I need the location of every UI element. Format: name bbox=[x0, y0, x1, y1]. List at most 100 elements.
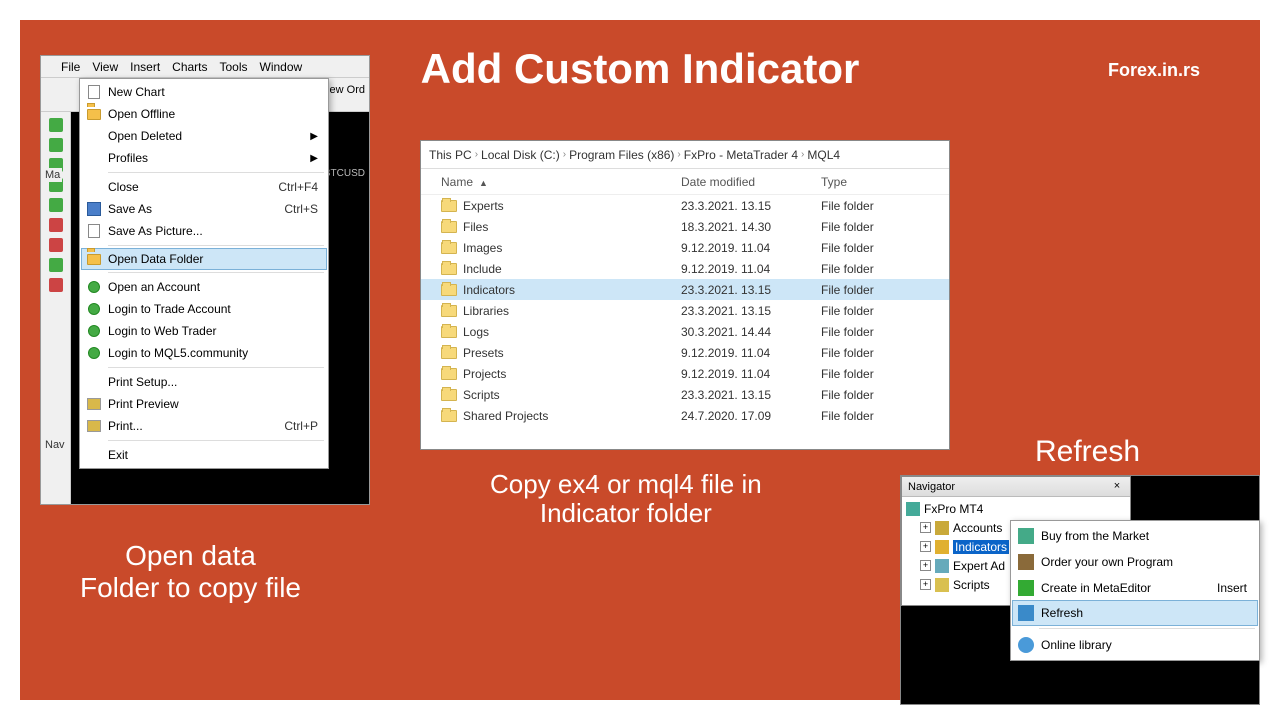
context-menu: Buy from the Market Order your own Progra… bbox=[1010, 520, 1260, 661]
menu-file[interactable]: File bbox=[61, 60, 80, 74]
tree-node-label: Accounts bbox=[953, 521, 1002, 535]
folder-row-presets[interactable]: Presets9.12.2019. 11.04File folder bbox=[421, 342, 949, 363]
menu-item-label: Open an Account bbox=[108, 280, 200, 294]
menu-separator bbox=[108, 272, 324, 273]
column-name[interactable]: Name bbox=[441, 175, 473, 189]
symbol-down-icon bbox=[49, 218, 63, 232]
folder-row-indicators[interactable]: Indicators23.3.2021. 13.15File folder bbox=[421, 279, 949, 300]
folder-row-logs[interactable]: Logs30.3.2021. 14.44File folder bbox=[421, 321, 949, 342]
menu-item-save-as[interactable]: Save AsCtrl+S bbox=[82, 198, 326, 220]
breadcrumb-segment[interactable]: MQL4 bbox=[807, 148, 840, 162]
breadcrumb-segment[interactable]: Program Files (x86) bbox=[569, 148, 674, 162]
menu-view[interactable]: View bbox=[92, 60, 118, 74]
explorer-header[interactable]: Name ▲ Date modified Type bbox=[421, 169, 949, 195]
folder-row-scripts[interactable]: Scripts23.3.2021. 13.15File folder bbox=[421, 384, 949, 405]
column-type[interactable]: Type bbox=[821, 175, 921, 189]
menu-item-profiles[interactable]: Profiles▶ bbox=[82, 147, 326, 169]
breadcrumb[interactable]: This PC›Local Disk (C:)›Program Files (x… bbox=[421, 141, 949, 169]
menu-separator bbox=[108, 172, 324, 173]
menu-tools[interactable]: Tools bbox=[220, 60, 248, 74]
date-modified: 23.3.2021. 13.15 bbox=[681, 283, 821, 297]
folder-icon bbox=[441, 410, 457, 422]
menu-item-print-[interactable]: Print...Ctrl+P bbox=[82, 415, 326, 437]
menu-separator bbox=[1039, 628, 1255, 629]
folder-icon bbox=[441, 347, 457, 359]
folder-row-shared-projects[interactable]: Shared Projects24.7.2020. 17.09File fold… bbox=[421, 405, 949, 426]
folder-icon bbox=[86, 106, 102, 122]
menu-item-label: Print... bbox=[108, 419, 143, 433]
page-title: Add Custom Indicator bbox=[421, 45, 860, 93]
user-icon bbox=[86, 323, 102, 339]
breadcrumb-segment[interactable]: FxPro - MetaTrader 4 bbox=[684, 148, 798, 162]
expand-icon[interactable]: + bbox=[920, 579, 931, 590]
chevron-right-icon: ▶ bbox=[310, 131, 318, 142]
menu-item-print-setup-[interactable]: Print Setup... bbox=[82, 371, 326, 393]
expand-icon[interactable]: + bbox=[920, 560, 931, 571]
ctx-item-refresh[interactable]: Refresh bbox=[1012, 600, 1258, 626]
folder-name: Scripts bbox=[463, 388, 500, 402]
folder-icon bbox=[441, 263, 457, 275]
date-modified: 23.3.2021. 13.15 bbox=[681, 199, 821, 213]
date-modified: 30.3.2021. 14.44 bbox=[681, 325, 821, 339]
close-icon[interactable]: × bbox=[1110, 480, 1124, 494]
menu-charts[interactable]: Charts bbox=[172, 60, 207, 74]
date-modified: 24.7.2020. 17.09 bbox=[681, 409, 821, 423]
file-type: File folder bbox=[821, 346, 921, 360]
menu-item-login-to-mql5-community[interactable]: Login to MQL5.community bbox=[82, 342, 326, 364]
menu-item-open-offline[interactable]: Open Offline bbox=[82, 103, 326, 125]
navigator-label: Nav bbox=[43, 438, 67, 452]
scr-icon bbox=[935, 578, 949, 592]
shortcut-label: Ctrl+S bbox=[284, 202, 318, 216]
chevron-right-icon: › bbox=[677, 149, 680, 160]
menu-separator bbox=[108, 367, 324, 368]
user-icon bbox=[86, 345, 102, 361]
navigator-titlebar[interactable]: Navigator × bbox=[902, 477, 1130, 497]
ctx-item-order-your-own-program[interactable]: Order your own Program bbox=[1013, 549, 1257, 575]
ctx-item-online-library[interactable]: Online library bbox=[1013, 632, 1257, 658]
menu-item-label: Print Setup... bbox=[108, 375, 177, 389]
tree-root[interactable]: FxPro MT4 bbox=[906, 499, 1126, 518]
menu-item-exit[interactable]: Exit bbox=[82, 444, 326, 466]
file-type: File folder bbox=[821, 241, 921, 255]
expand-icon[interactable]: + bbox=[920, 541, 931, 552]
folder-row-experts[interactable]: Experts23.3.2021. 13.15File folder bbox=[421, 195, 949, 216]
caption-line: Folder to copy file bbox=[80, 572, 301, 603]
sort-asc-icon: ▲ bbox=[479, 178, 488, 188]
file-type: File folder bbox=[821, 367, 921, 381]
folder-icon bbox=[441, 221, 457, 233]
doc-icon bbox=[86, 223, 102, 239]
brand-label: Forex.in.rs bbox=[1108, 60, 1200, 81]
menu-item-save-as-picture-[interactable]: Save As Picture... bbox=[82, 220, 326, 242]
menu-item-login-to-trade-account[interactable]: Login to Trade Account bbox=[82, 298, 326, 320]
date-modified: 23.3.2021. 13.15 bbox=[681, 304, 821, 318]
file-type: File folder bbox=[821, 262, 921, 276]
menu-item-open-data-folder[interactable]: Open Data Folder bbox=[81, 248, 327, 270]
ctx-item-label: Order your own Program bbox=[1041, 555, 1173, 569]
menu-insert[interactable]: Insert bbox=[130, 60, 160, 74]
menu-item-open-deleted[interactable]: Open Deleted▶ bbox=[82, 125, 326, 147]
folder-row-images[interactable]: Images9.12.2019. 11.04File folder bbox=[421, 237, 949, 258]
caption-line: Indicator folder bbox=[540, 498, 712, 528]
ctx-item-label: Buy from the Market bbox=[1041, 529, 1149, 543]
folder-row-files[interactable]: Files18.3.2021. 14.30File folder bbox=[421, 216, 949, 237]
breadcrumb-segment[interactable]: This PC bbox=[429, 148, 472, 162]
menu-item-new-chart[interactable]: New Chart bbox=[82, 81, 326, 103]
folder-row-include[interactable]: Include9.12.2019. 11.04File folder bbox=[421, 258, 949, 279]
file-type: File folder bbox=[821, 325, 921, 339]
caption-refresh: Refresh bbox=[1035, 435, 1140, 469]
mt4-menubar: File View Insert Charts Tools Window bbox=[41, 56, 369, 78]
menu-item-login-to-web-trader[interactable]: Login to Web Trader bbox=[82, 320, 326, 342]
shortcut-label: Insert bbox=[1217, 581, 1247, 595]
ctx-item-buy-from-the-market[interactable]: Buy from the Market bbox=[1013, 523, 1257, 549]
menu-item-close[interactable]: CloseCtrl+F4 bbox=[82, 176, 326, 198]
menu-item-open-an-account[interactable]: Open an Account bbox=[82, 276, 326, 298]
folder-row-libraries[interactable]: Libraries23.3.2021. 13.15File folder bbox=[421, 300, 949, 321]
menu-item-print-preview[interactable]: Print Preview bbox=[82, 393, 326, 415]
menu-window[interactable]: Window bbox=[260, 60, 303, 74]
column-date[interactable]: Date modified bbox=[681, 175, 821, 189]
user-icon bbox=[86, 301, 102, 317]
ctx-item-create-in-metaeditor[interactable]: Create in MetaEditorInsert bbox=[1013, 575, 1257, 601]
breadcrumb-segment[interactable]: Local Disk (C:) bbox=[481, 148, 560, 162]
expand-icon[interactable]: + bbox=[920, 522, 931, 533]
folder-row-projects[interactable]: Projects9.12.2019. 11.04File folder bbox=[421, 363, 949, 384]
